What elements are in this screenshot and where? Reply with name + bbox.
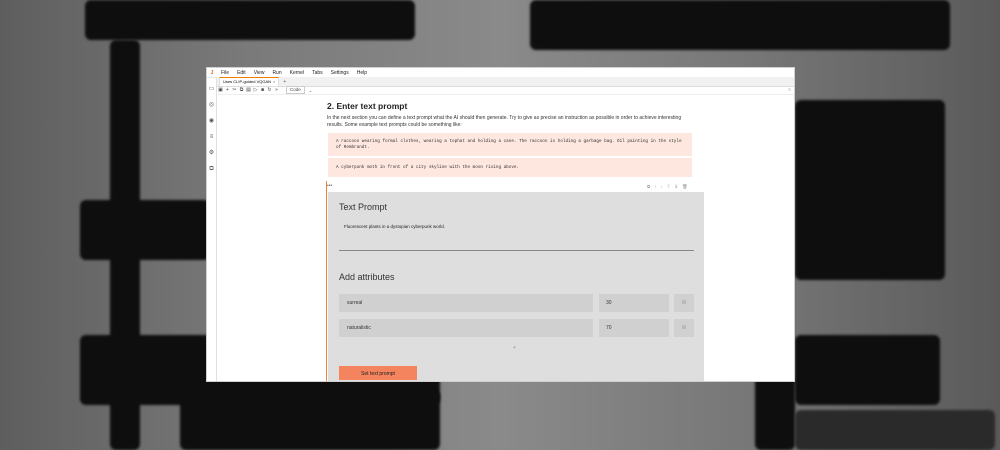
attribute-name-input[interactable]: surreal	[339, 294, 593, 312]
brush-stroke	[795, 100, 945, 280]
notebook-content: 2. Enter text prompt In the next section…	[217, 95, 794, 381]
brush-stroke	[530, 0, 950, 50]
brush-stroke	[755, 375, 795, 450]
collapsed-cell-indicator[interactable]: •••	[327, 183, 332, 189]
brush-stroke	[180, 390, 440, 450]
section-heading: 2. Enter text prompt	[327, 101, 408, 111]
attribute-weight-input[interactable]: 70	[599, 319, 669, 337]
tab-title: Uses CLIP-guided VQGAN	[223, 79, 272, 84]
git-icon[interactable]: ◉	[209, 113, 214, 129]
menu-edit[interactable]: Edit	[233, 70, 250, 76]
restart-icon[interactable]: ↻	[266, 87, 273, 93]
move-up-icon[interactable]: ↑	[654, 184, 656, 190]
active-cell-marker	[326, 181, 327, 381]
run-icon[interactable]: ▷	[252, 87, 259, 93]
brush-stroke	[85, 0, 415, 40]
kernel-status-icon: ○	[787, 87, 791, 93]
folder-icon[interactable]: ▭	[209, 81, 215, 97]
brush-stroke	[795, 410, 995, 450]
commands-icon[interactable]: ≡	[210, 129, 214, 145]
remove-attribute-icon[interactable]: ⊖	[674, 319, 694, 337]
delete-cell-icon[interactable]: 🗑	[682, 184, 688, 190]
example-prompt-block: A raccoon wearing formal clothes, wearin…	[328, 133, 692, 156]
attribute-row: surreal 30 ⊖	[339, 294, 694, 312]
add-tab-icon[interactable]: +	[283, 78, 286, 86]
menu-tabs[interactable]: Tabs	[308, 70, 327, 76]
attribute-row: naturalistic 70 ⊖	[339, 319, 694, 337]
attribute-weight-input[interactable]: 30	[599, 294, 669, 312]
extension-icon[interactable]: ⧉	[209, 161, 213, 177]
text-prompt-input[interactable]: Fluorescent plants in a dystopian cyberp…	[344, 224, 445, 229]
prompt-widget: Text Prompt Fluorescent plants in a dyst…	[328, 192, 704, 381]
notebook-toolbar: ▣ + ✂ ⧉ ▤ ▷ ■ ↻ » Code ⌄ ○	[217, 86, 794, 95]
section-paragraph: In the next section you can define a tex…	[327, 115, 682, 128]
cell-type-select[interactable]: Code	[286, 86, 305, 94]
menu-view[interactable]: View	[250, 70, 269, 76]
copy-cell-icon[interactable]: ⧉	[647, 184, 650, 190]
move-down-icon[interactable]: ↓	[660, 184, 662, 190]
brush-stroke	[795, 335, 940, 405]
attribute-name-input[interactable]: naturalistic	[339, 319, 593, 337]
notebook-tab[interactable]: Uses CLIP-guided VQGAN ×	[219, 77, 280, 86]
chevron-down-icon[interactable]: ⌄	[309, 88, 312, 93]
jupyterlab-window: J File Edit View Run Kernel Tabs Setting…	[207, 68, 794, 381]
jupyter-logo-icon: J	[210, 69, 214, 76]
property-inspector-icon[interactable]: ⚙	[209, 145, 214, 161]
input-underline	[339, 250, 694, 251]
close-icon[interactable]: ×	[273, 78, 275, 86]
insert-cell-icon[interactable]: ⊻	[675, 184, 678, 190]
add-cell-icon[interactable]: +	[224, 87, 231, 93]
paste-icon[interactable]: ▤	[245, 87, 252, 93]
cut-icon[interactable]: ✂	[231, 87, 238, 93]
menu-settings[interactable]: Settings	[327, 70, 353, 76]
menu-help[interactable]: Help	[353, 70, 371, 76]
remove-attribute-icon[interactable]: ⊖	[674, 294, 694, 312]
menu-file[interactable]: File	[217, 70, 233, 76]
save-icon[interactable]: ▣	[217, 87, 224, 93]
example-prompt-block: A cyberpunk moth in front of a city skyl…	[328, 158, 692, 177]
fast-forward-icon[interactable]: »	[273, 87, 280, 93]
brush-stroke	[80, 200, 210, 260]
menu-run[interactable]: Run	[268, 70, 285, 76]
running-icon[interactable]: ◎	[209, 97, 214, 113]
cell-toolbar: ⧉ ↑ ↓ ⊤ ⊻ 🗑	[647, 184, 688, 190]
menu-kernel[interactable]: Kernel	[286, 70, 308, 76]
attributes-title: Add attributes	[339, 272, 395, 282]
left-sidebar: ▭ ◎ ◉ ≡ ⚙ ⧉	[207, 78, 217, 381]
set-text-prompt-button[interactable]: Set text prompt	[339, 366, 417, 380]
copy-icon[interactable]: ⧉	[238, 87, 245, 93]
stop-icon[interactable]: ■	[259, 87, 266, 93]
add-attribute-icon[interactable]: +	[513, 345, 516, 351]
text-prompt-title: Text Prompt	[339, 202, 388, 212]
format-icon[interactable]: ⊤	[667, 184, 671, 190]
